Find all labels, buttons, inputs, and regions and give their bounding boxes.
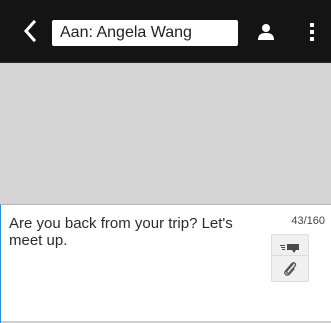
person-icon — [258, 24, 274, 40]
top-bar: Aan: Angela Wang — [0, 0, 331, 63]
message-input[interactable]: Are you back from your trip? Let's meet … — [9, 215, 261, 249]
character-counter: 43/160 — [291, 215, 325, 227]
message-thread-area — [0, 63, 331, 204]
chevron-left-icon — [23, 20, 37, 42]
add-contact-button[interactable] — [252, 17, 280, 47]
recipient-field[interactable]: Aan: Angela Wang — [52, 20, 238, 46]
paperclip-icon — [284, 261, 297, 276]
recipient-label: Aan: Angela Wang — [60, 24, 192, 41]
messaging-screen: Aan: Angela Wang Are you back from your … — [0, 0, 331, 323]
send-message-icon — [280, 243, 299, 253]
compose-area: Are you back from your trip? Let's meet … — [0, 204, 331, 323]
vertical-dots-icon — [310, 23, 314, 41]
back-button[interactable] — [18, 16, 42, 46]
overflow-menu-button[interactable] — [300, 17, 324, 47]
attach-button[interactable] — [271, 255, 309, 282]
